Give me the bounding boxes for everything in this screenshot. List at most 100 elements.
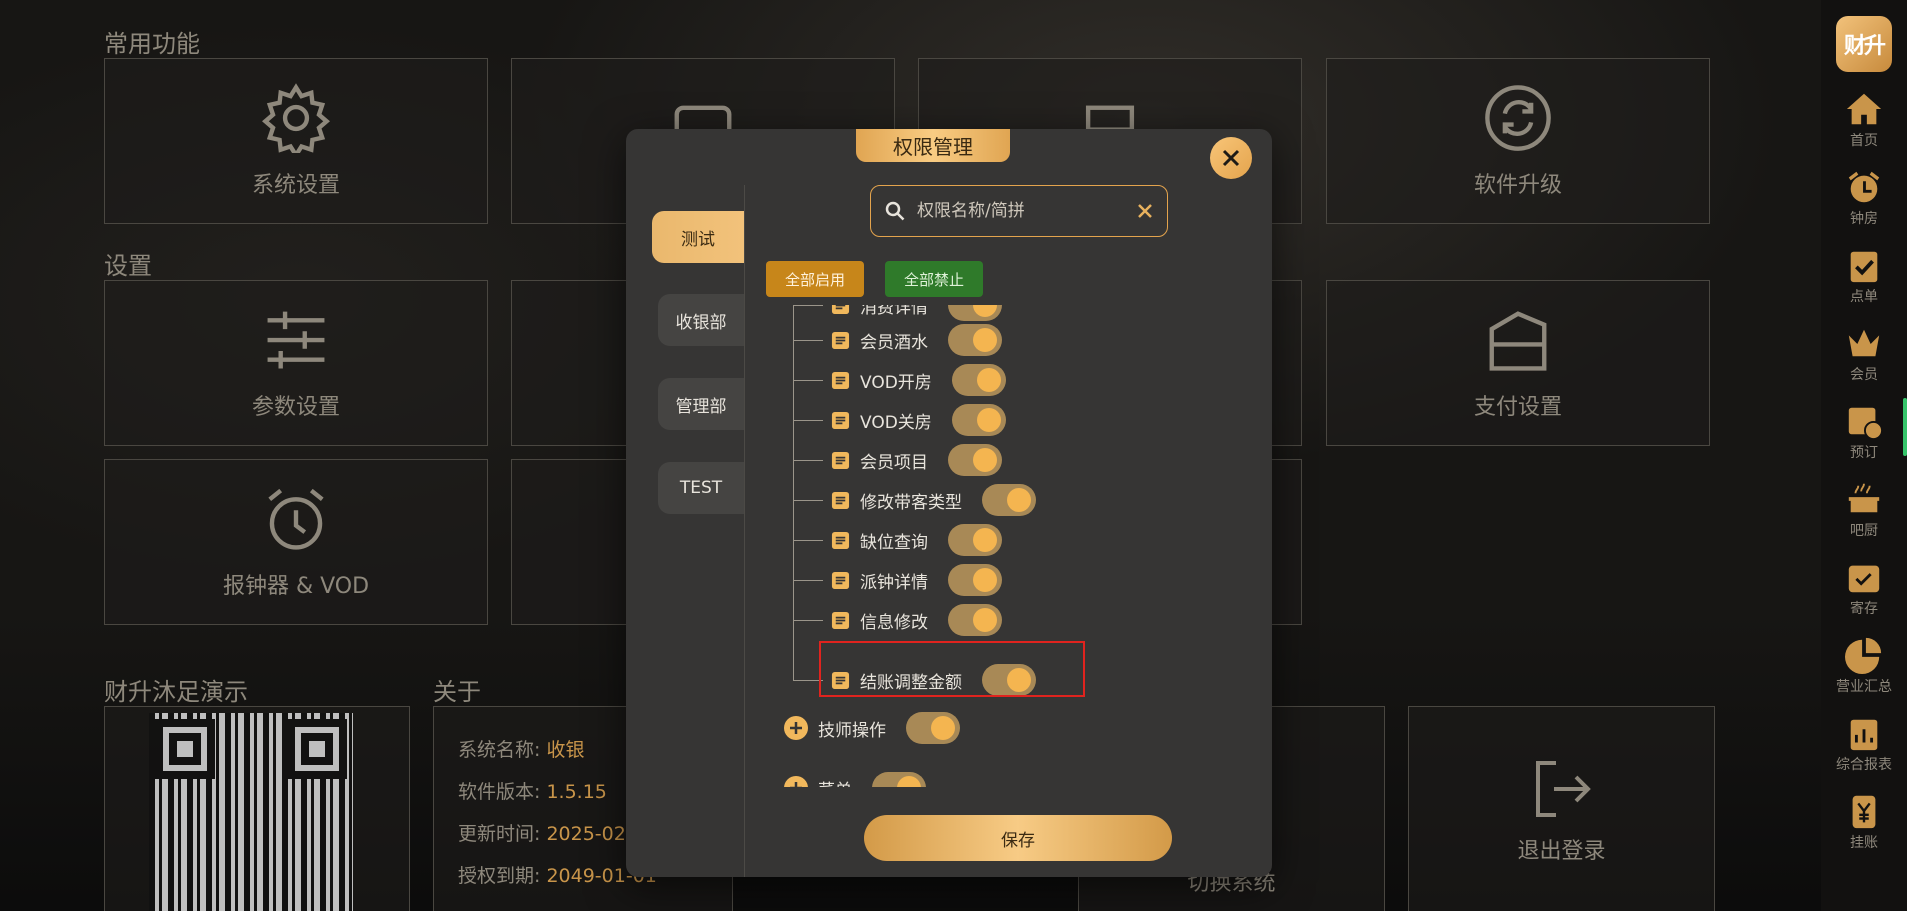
tile-system-settings[interactable]: 系统设置	[104, 58, 488, 224]
nav-label: 首页	[1850, 133, 1878, 149]
nav-report[interactable]: 综合报表	[1836, 714, 1892, 774]
nav-label: 挂账	[1850, 835, 1878, 851]
payment-card-icon	[1489, 311, 1547, 371]
close-icon	[1222, 149, 1240, 167]
clear-icon[interactable]	[1137, 203, 1153, 219]
permission-toggle[interactable]	[951, 404, 1006, 436]
close-button[interactable]	[1210, 137, 1252, 179]
permission-toggle[interactable]	[948, 604, 1002, 636]
tile-label: 系统设置	[251, 173, 340, 198]
search-input[interactable]	[917, 201, 1137, 221]
nav-label: 预订	[1850, 445, 1878, 461]
tile-payment-settings[interactable]: 支付设置	[1326, 280, 1710, 446]
permission-item: 会员项目	[793, 443, 1002, 477]
dept-tab-test-cn[interactable]: 测试	[652, 211, 744, 263]
permission-modal: 权限管理 测试 收银部 管理部 TEST 全部启用 全部禁止 消费详情 会员酒水	[626, 129, 1272, 877]
qr-code-panel	[104, 706, 410, 911]
qr-code-image	[149, 713, 353, 911]
permission-group-menu: 菜单	[784, 771, 926, 787]
sliders-icon	[267, 311, 325, 369]
permission-toggle[interactable]	[948, 305, 1002, 321]
tile-clock-vod[interactable]: 报钟器 & VOD	[104, 459, 488, 625]
permission-item: 缺位查询	[793, 523, 1002, 557]
permission-item: VOD开房	[793, 363, 1006, 397]
nav-home[interactable]: 首页	[1845, 90, 1883, 150]
permission-item: 消费详情	[793, 305, 1002, 322]
document-icon	[831, 571, 850, 589]
home-icon	[1846, 93, 1882, 125]
document-icon	[831, 531, 850, 549]
permission-group-technician: 技师操作	[784, 711, 960, 745]
nav-clock-room[interactable]: 钟房	[1845, 168, 1883, 228]
nav-business-summary[interactable]: 营业汇总	[1836, 636, 1892, 696]
permission-tree: 消费详情 会员酒水 VOD开房 VOD关房 会员项目 修改带客类型 缺位查询 派…	[766, 305, 1266, 787]
app-logo: 财升	[1836, 16, 1892, 72]
dept-tab-test-en[interactable]: TEST	[658, 462, 744, 514]
document-icon	[831, 611, 850, 629]
permission-toggle[interactable]	[948, 444, 1002, 476]
permission-toggle[interactable]	[948, 564, 1002, 596]
permission-toggle[interactable]	[872, 772, 926, 787]
nav-member[interactable]: 会员	[1845, 324, 1883, 384]
nav-credit[interactable]: 挂账	[1845, 792, 1883, 852]
permission-item: 会员酒水	[793, 323, 1002, 357]
permission-toggle[interactable]	[948, 524, 1002, 556]
calendar-clock-icon	[1848, 407, 1883, 440]
nav-storage[interactable]: 寄存	[1845, 558, 1883, 618]
refresh-icon	[1485, 85, 1551, 151]
permission-item: 修改带客类型	[793, 483, 1036, 517]
document-icon	[831, 331, 850, 349]
nav-label: 综合报表	[1836, 757, 1892, 773]
permission-item: 信息修改	[793, 603, 1002, 637]
tile-label: 支付设置	[1473, 395, 1562, 420]
tile-label: 退出登录	[1517, 839, 1606, 864]
report-icon	[1850, 719, 1878, 751]
search-icon	[885, 201, 905, 221]
gear-icon	[262, 83, 330, 153]
divider	[744, 185, 745, 877]
yen-icon	[1852, 795, 1876, 829]
nav-label: 钟房	[1850, 211, 1878, 227]
enable-all-button[interactable]: 全部启用	[766, 261, 864, 297]
alarm-clock-icon	[268, 488, 324, 550]
expand-plus-icon[interactable]	[784, 776, 808, 787]
section-title-common: 常用功能	[104, 30, 200, 58]
pie-chart-icon	[1845, 637, 1882, 674]
alarm-clock-icon	[1848, 171, 1880, 203]
permission-toggle[interactable]	[982, 484, 1036, 516]
permission-toggle[interactable]	[951, 364, 1006, 396]
section-title-about: 关于	[433, 678, 481, 706]
section-title-demo: 财升沐足演示	[104, 678, 248, 706]
disable-all-button[interactable]: 全部禁止	[885, 261, 983, 297]
save-button[interactable]: 保存	[864, 815, 1172, 861]
nav-kitchen[interactable]: 吧厨	[1845, 480, 1883, 540]
permission-item: VOD关房	[793, 403, 1006, 437]
nav-order[interactable]: 点单	[1845, 246, 1883, 306]
modal-title: 权限管理	[856, 129, 1010, 162]
clipboard-check-icon	[1850, 251, 1878, 283]
dept-tab-cashier[interactable]: 收银部	[658, 294, 744, 346]
section-title-settings: 设置	[104, 252, 152, 280]
nav-label: 吧厨	[1850, 523, 1878, 539]
logout-icon	[1535, 761, 1591, 817]
right-sidebar: 财升 首页 钟房 点单 会员 预订 吧厨 寄存 营业汇总 综合报表 挂账	[1821, 0, 1907, 911]
permission-toggle[interactable]	[906, 712, 960, 744]
document-icon	[831, 491, 850, 509]
expand-plus-icon[interactable]	[784, 716, 808, 740]
tile-label: 报钟器 & VOD	[222, 574, 370, 599]
tile-label: 参数设置	[251, 395, 340, 420]
tile-software-upgrade[interactable]: 软件升级	[1326, 58, 1710, 224]
nav-label: 营业汇总	[1836, 679, 1892, 695]
dept-tab-management[interactable]: 管理部	[658, 378, 744, 430]
scrollbar[interactable]	[1903, 398, 1907, 456]
crown-icon	[1848, 329, 1880, 357]
nav-label: 点单	[1850, 289, 1878, 305]
tile-logout[interactable]: 退出登录	[1408, 706, 1715, 911]
nav-reservation[interactable]: 预订	[1845, 402, 1883, 462]
permission-toggle[interactable]	[948, 324, 1002, 356]
storage-box-icon	[1848, 565, 1880, 593]
document-icon	[831, 451, 850, 469]
search-box	[870, 185, 1168, 237]
nav-label: 寄存	[1850, 601, 1878, 617]
tile-param-settings[interactable]: 参数设置	[104, 280, 488, 446]
